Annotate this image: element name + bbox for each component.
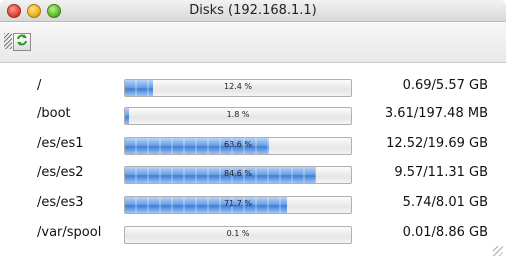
disk-size-value: 0.69/5.57 GB [402, 78, 488, 93]
disk-size-value: 5.74/8.01 GB [402, 195, 488, 210]
disk-usage-bar: 1.8 % [124, 107, 352, 125]
refresh-arrows-icon [15, 33, 29, 52]
disk-usage-percent: 0.1 % [226, 229, 250, 238]
disk-row: /es/es3 71.7 % 5.74/8.01 GB [0, 193, 506, 217]
disk-usage-bar: 71.7 % [124, 196, 352, 214]
disk-row: / 12.4 % 0.69/5.57 GB [0, 76, 506, 100]
disk-mount-label: /boot [37, 106, 71, 121]
disk-usage-percent: 63.6 % [224, 140, 252, 149]
toolbar [0, 23, 506, 63]
disk-mount-label: /es/es3 [37, 195, 84, 210]
disk-mount-label: / [37, 78, 42, 93]
disk-row: /es/es1 63.6 % 12.52/19.69 GB [0, 134, 506, 158]
disk-row: /var/spool 0.1 % 0.01/8.86 GB [0, 223, 506, 247]
disk-usage-percent: 12.4 % [224, 82, 252, 91]
disk-mount-label: /es/es2 [37, 165, 84, 180]
disk-size-value: 0.01/8.86 GB [402, 225, 488, 240]
disk-usage-bar: 63.6 % [124, 137, 352, 155]
toolbar-grip-icon[interactable] [4, 33, 12, 49]
disk-size-value: 9.57/11.31 GB [394, 165, 488, 180]
disk-mount-label: /var/spool [37, 225, 102, 240]
disk-usage-bar: 84.6 % [124, 166, 352, 184]
disk-usage-percent: 84.6 % [224, 169, 252, 178]
disk-usage-bar: 0.1 % [124, 226, 352, 244]
disks-window: Disks (192.168.1.1) /12.4 % 0.69/5.57 GB /… [0, 0, 506, 259]
disk-usage-bar: 12.4 % [124, 79, 352, 97]
disk-row: /es/es2 84.6 % 9.57/11.31 GB [0, 163, 506, 187]
resize-handle-icon[interactable] [493, 246, 503, 256]
disk-row: /boot 1.8 % 3.61/197.48 MB [0, 104, 506, 128]
disk-mount-label: /es/es1 [37, 136, 84, 151]
disk-usage-percent: 1.8 % [226, 110, 250, 119]
disk-usage-percent: 71.7 % [224, 199, 252, 208]
title-bar[interactable]: Disks (192.168.1.1) [0, 0, 506, 22]
refresh-button[interactable] [13, 33, 31, 51]
disk-size-value: 12.52/19.69 GB [386, 136, 488, 151]
window-title: Disks (192.168.1.1) [189, 3, 317, 18]
disk-size-value: 3.61/197.48 MB [384, 106, 488, 121]
